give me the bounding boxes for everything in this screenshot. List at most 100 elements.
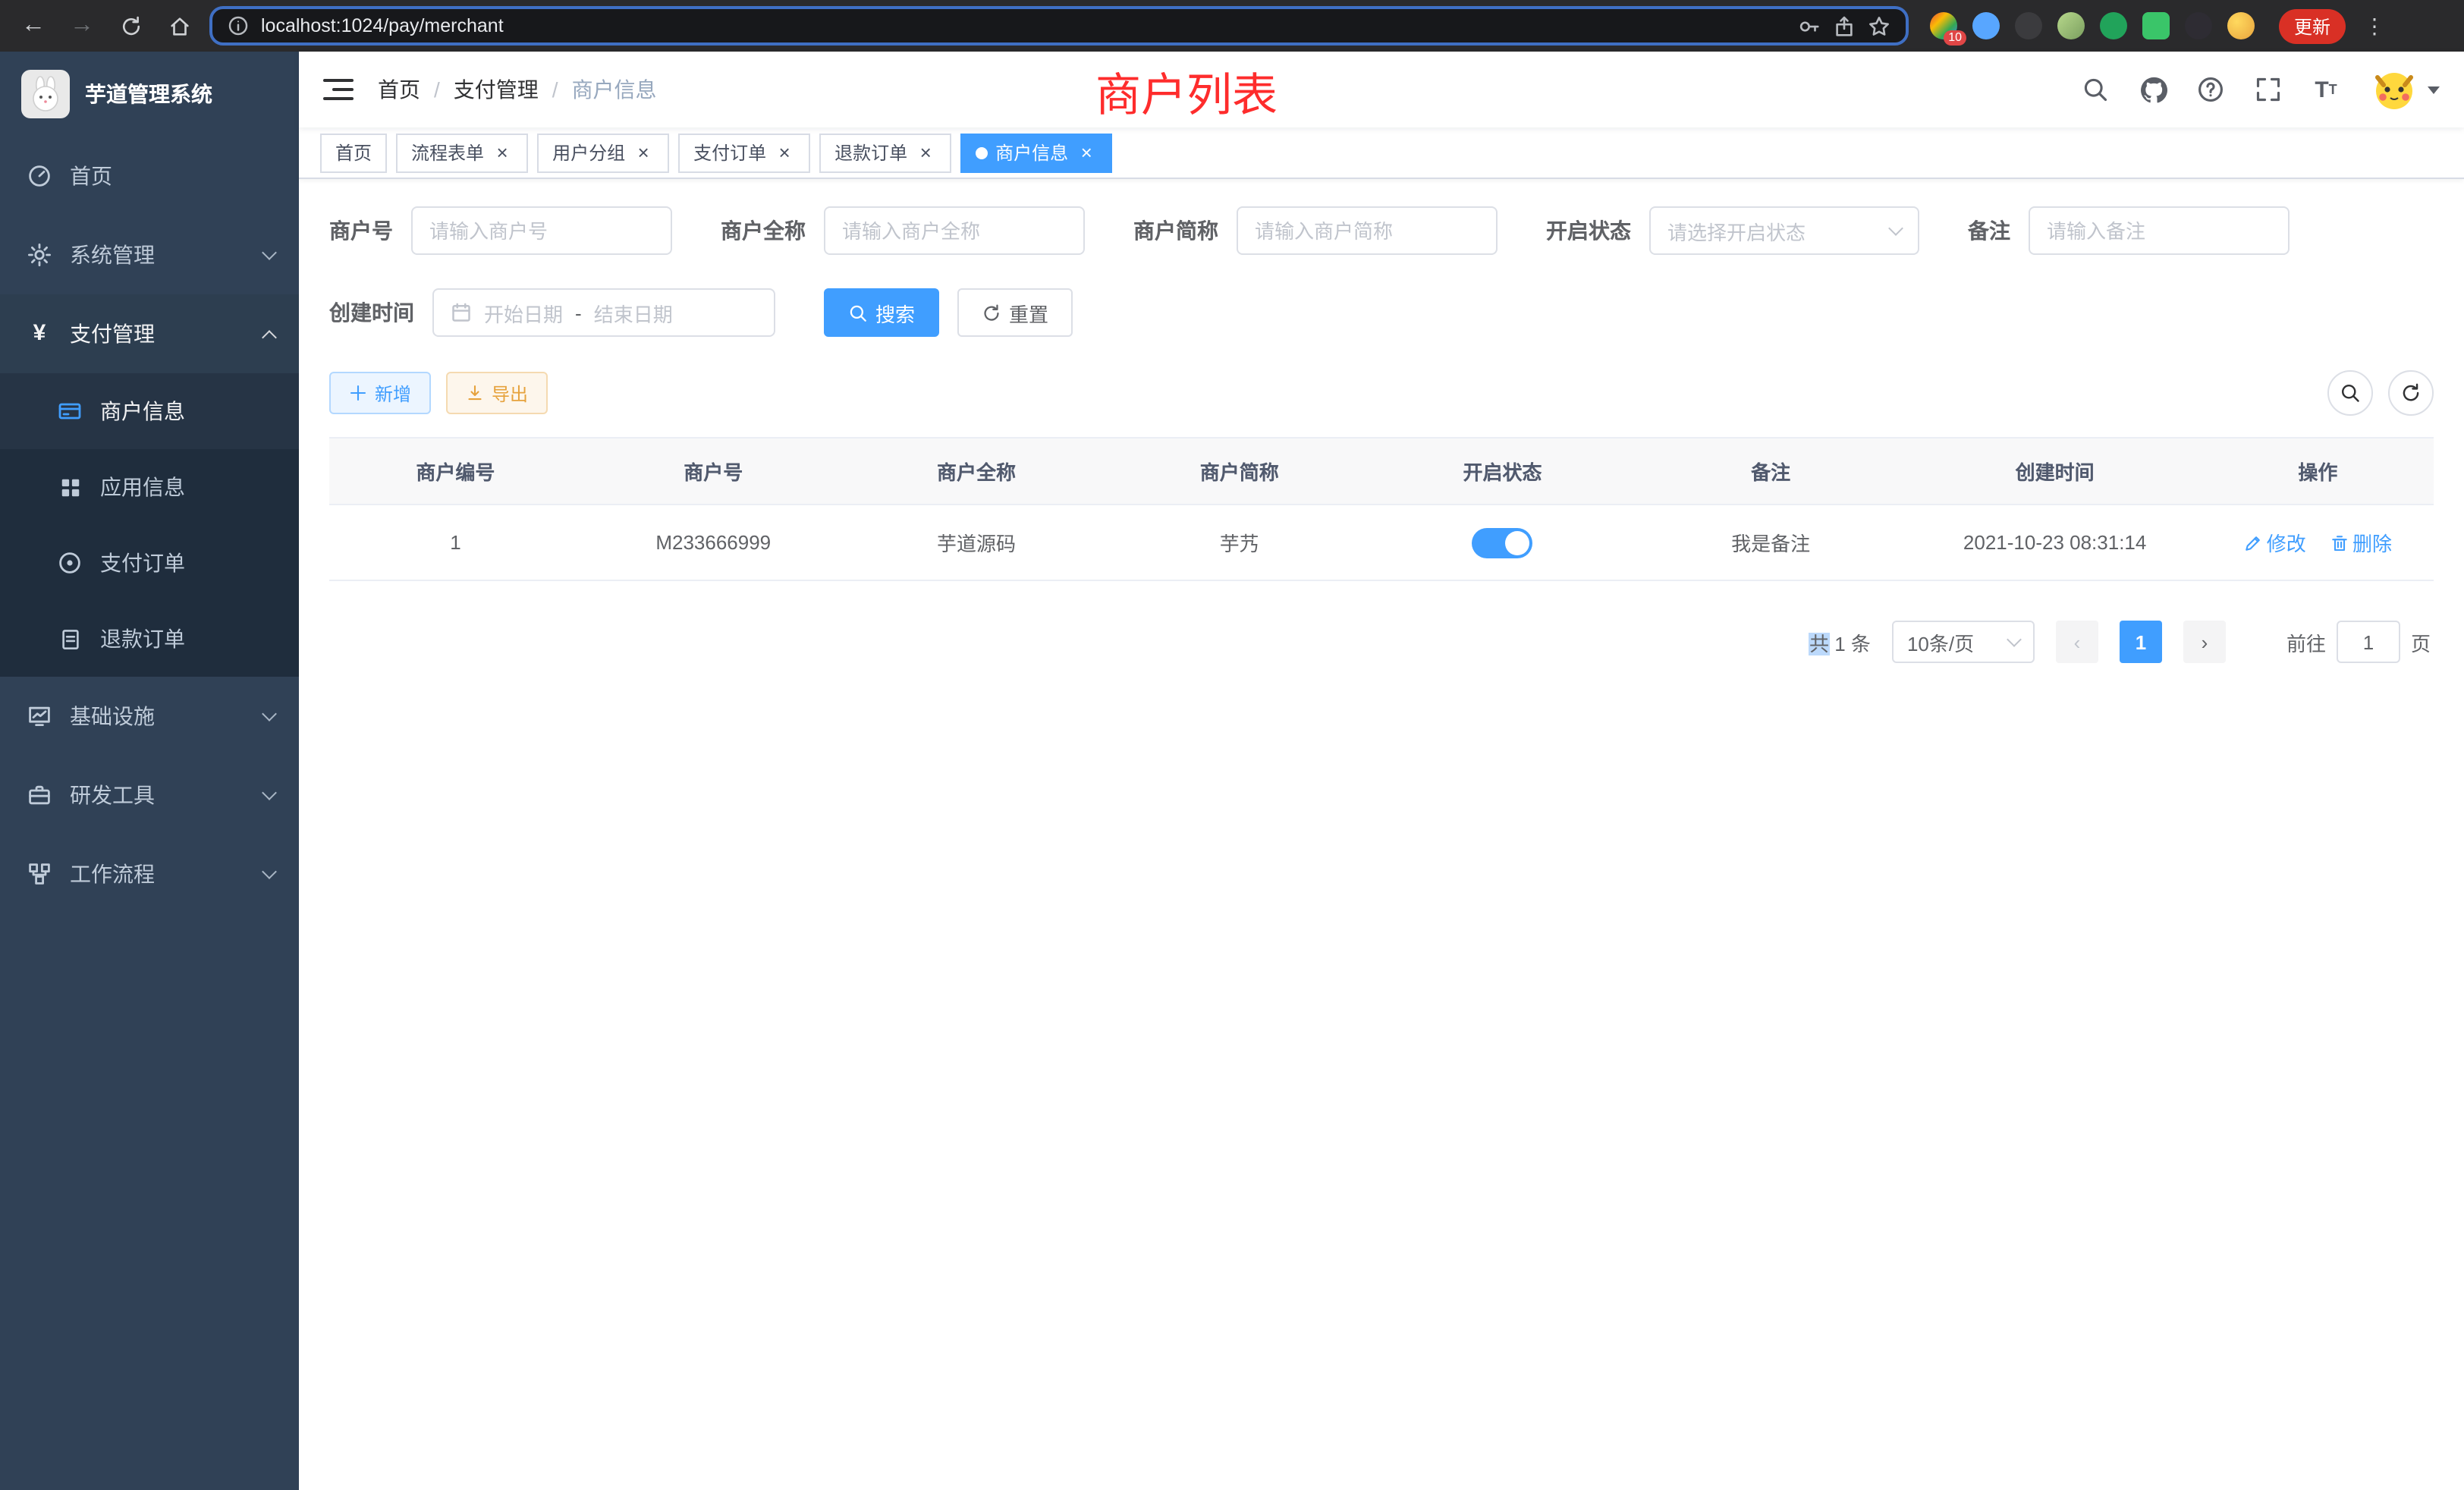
sidebar-item-refund-order[interactable]: 退款订单 <box>0 601 299 677</box>
browser-toolbar: ← → localhost:1024/pay/merchant 10 <box>0 0 2464 52</box>
chrome-update-button[interactable]: 更新 <box>2279 8 2346 43</box>
home-button[interactable] <box>161 8 197 44</box>
tab-payment-order[interactable]: 支付订单 × <box>678 133 810 172</box>
page-number-1[interactable]: 1 <box>2120 621 2162 663</box>
tab-refund-order[interactable]: 退款订单 × <box>819 133 951 172</box>
delete-link[interactable]: 删除 <box>2330 528 2392 557</box>
status-toggle[interactable] <box>1472 527 1533 558</box>
tab-process-form[interactable]: 流程表单 × <box>396 133 528 172</box>
breadcrumb-home[interactable]: 首页 <box>378 74 420 105</box>
merchant-no-input[interactable] <box>429 219 654 242</box>
edit-link[interactable]: 修改 <box>2244 528 2306 557</box>
help-icon[interactable] <box>2195 74 2226 105</box>
tab-label: 流程表单 <box>411 140 484 165</box>
sidebar-item-infrastructure[interactable]: 基础设施 <box>0 677 299 756</box>
close-icon[interactable]: × <box>1076 142 1097 163</box>
sidebar-item-system-management[interactable]: 系统管理 <box>0 215 299 294</box>
close-icon[interactable]: × <box>915 142 936 163</box>
sidebar-item-dev-tools[interactable]: 研发工具 <box>0 756 299 835</box>
app-logo-row[interactable]: 芋道管理系统 <box>0 52 299 137</box>
hide-search-button[interactable] <box>2327 370 2373 416</box>
user-avatar <box>2368 64 2420 115</box>
tab-label: 退款订单 <box>834 140 907 165</box>
page-size-select[interactable]: 10条/页 <box>1892 621 2035 663</box>
status-select[interactable]: 请选择开启状态 <box>1649 206 1919 255</box>
extension-icon-3[interactable] <box>2015 12 2042 39</box>
breadcrumb-separator: / <box>434 77 440 102</box>
export-button[interactable]: 导出 <box>446 372 548 414</box>
next-page-button[interactable]: › <box>2183 621 2226 663</box>
goto-page-input[interactable] <box>2337 621 2400 663</box>
breadcrumb-separator: / <box>552 77 558 102</box>
sidebar-item-home[interactable]: 首页 <box>0 137 299 215</box>
merchant-name-label: 商户全称 <box>721 215 806 246</box>
target-icon <box>58 551 82 575</box>
sidebar-item-app-info[interactable]: 应用信息 <box>0 449 299 525</box>
header-search-button[interactable] <box>2080 74 2110 105</box>
extension-icon-1[interactable]: 10 <box>1930 12 1957 39</box>
github-icon[interactable] <box>2138 74 2168 105</box>
close-icon[interactable]: × <box>774 142 795 163</box>
create-time-range-picker[interactable]: 开始日期 - 结束日期 <box>432 288 775 337</box>
close-icon[interactable]: × <box>492 142 513 163</box>
close-icon[interactable]: × <box>633 142 654 163</box>
goto-suffix: 页 <box>2411 627 2431 656</box>
extension-icon-4[interactable] <box>2057 12 2085 39</box>
url-text: localhost:1024/pay/merchant <box>261 15 1786 36</box>
remark-label: 备注 <box>1968 215 2010 246</box>
breadcrumb-current: 商户信息 <box>572 74 657 105</box>
breadcrumb-payment[interactable]: 支付管理 <box>454 74 539 105</box>
reset-button-label: 重置 <box>1009 298 1048 327</box>
extension-icon-5[interactable] <box>2100 12 2127 39</box>
page-content: 商户号 商户全称 商户简称 开启状态 请选择开启状态 <box>299 179 2464 1490</box>
reset-button[interactable]: 重置 <box>957 288 1073 337</box>
remark-input[interactable] <box>2047 219 2271 242</box>
search-button[interactable]: 搜索 <box>824 288 939 337</box>
fullscreen-icon[interactable] <box>2253 74 2283 105</box>
start-date-placeholder: 开始日期 <box>484 298 563 327</box>
refresh-icon <box>2400 382 2422 404</box>
merchant-card-icon <box>58 399 82 423</box>
extension-icon-7[interactable] <box>2185 12 2212 39</box>
chevron-down-icon <box>1888 221 1903 236</box>
tab-user-group[interactable]: 用户分组 × <box>537 133 669 172</box>
extension-icon-6[interactable] <box>2142 12 2170 39</box>
cell-create-time: 2021-10-23 08:31:14 <box>1907 505 2202 580</box>
add-button[interactable]: 新增 <box>329 372 431 414</box>
address-bar[interactable]: localhost:1024/pay/merchant <box>209 6 1909 46</box>
status-select-placeholder: 请选择开启状态 <box>1667 216 1806 245</box>
merchant-short-input[interactable] <box>1255 219 1479 242</box>
sidebar-item-payment-management[interactable]: ¥ 支付管理 <box>0 294 299 373</box>
prev-page-button[interactable]: ‹ <box>2056 621 2098 663</box>
pikachu-avatar-icon <box>2371 67 2417 112</box>
site-info-icon[interactable] <box>228 15 249 36</box>
tab-home[interactable]: 首页 <box>320 133 387 172</box>
sidebar-item-merchant-info[interactable]: 商户信息 <box>0 373 299 449</box>
extension-icon-2[interactable] <box>1972 12 2000 39</box>
forward-button[interactable]: → <box>64 8 100 44</box>
password-key-icon[interactable] <box>1798 14 1821 37</box>
font-size-icon[interactable]: TT <box>2311 74 2341 105</box>
sidebar-item-payment-order[interactable]: 支付订单 <box>0 525 299 601</box>
col-merchant-no: 商户号 <box>582 438 845 505</box>
sidebar-item-workflow[interactable]: 工作流程 <box>0 835 299 913</box>
reload-button[interactable] <box>112 8 149 44</box>
col-status: 开启状态 <box>1371 438 1634 505</box>
search-icon <box>848 303 868 322</box>
browser-menu-button[interactable]: ⋮ <box>2358 13 2391 39</box>
tab-merchant-info[interactable]: 商户信息 × <box>960 133 1112 172</box>
sidebar-item-label: 系统管理 <box>70 240 246 270</box>
col-actions: 操作 <box>2202 438 2434 505</box>
merchant-name-input[interactable] <box>842 219 1067 242</box>
sidebar-collapse-button[interactable] <box>323 74 354 105</box>
tab-label: 商户信息 <box>995 140 1068 165</box>
share-icon[interactable] <box>1833 14 1856 37</box>
user-menu[interactable] <box>2368 64 2440 115</box>
refresh-table-button[interactable] <box>2388 370 2434 416</box>
bookmark-star-icon[interactable] <box>1868 14 1890 37</box>
delete-link-label: 删除 <box>2352 528 2392 557</box>
pagination: 共 1 条 10条/页 ‹ 1 › 前往 页 <box>329 621 2434 663</box>
extension-icon-8[interactable] <box>2227 12 2255 39</box>
back-button[interactable]: ← <box>15 8 52 44</box>
top-navbar: 首页 / 支付管理 / 商户信息 <box>299 52 2464 127</box>
